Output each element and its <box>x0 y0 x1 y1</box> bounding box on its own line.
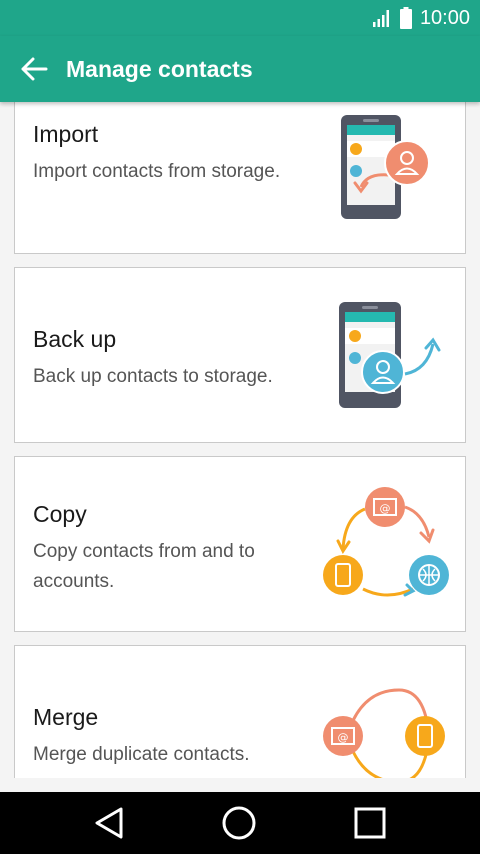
arrow-left-icon <box>21 57 48 81</box>
nav-back-button[interactable] <box>77 800 141 846</box>
status-bar: 10:00 <box>0 0 480 36</box>
svg-text:@: @ <box>380 502 391 515</box>
merge-illustration: @ <box>323 688 445 778</box>
merge-option[interactable]: Merge Merge duplicate contacts. @ <box>14 645 466 778</box>
back-button[interactable] <box>14 50 54 88</box>
option-description: Import contacts from storage. <box>33 161 281 182</box>
back-triangle-icon <box>95 807 123 839</box>
home-circle-icon <box>222 806 256 840</box>
import-option[interactable]: Import Import contacts from storage. <box>14 102 466 254</box>
option-description: Merge duplicate contacts. <box>33 744 250 765</box>
option-description: Copy contacts from and to accounts. <box>33 541 255 592</box>
status-time: 10:00 <box>419 6 470 29</box>
recents-square-icon <box>354 807 386 839</box>
option-title: Copy <box>33 501 87 527</box>
navigation-bar <box>0 792 480 854</box>
battery-icon <box>399 7 412 29</box>
phone-backup-illustration <box>339 302 441 408</box>
app-bar: Manage contacts <box>0 36 480 102</box>
option-title: Back up <box>33 326 117 352</box>
svg-text:@: @ <box>338 731 349 744</box>
copy-option[interactable]: Copy Copy contacts from and to accounts.… <box>14 456 466 632</box>
nav-home-button[interactable] <box>207 800 271 846</box>
option-title: Merge <box>33 704 99 730</box>
backup-option[interactable]: Back up Back up contacts to storage. <box>14 267 466 443</box>
accounts-cycle-illustration: @ <box>323 487 449 597</box>
page-title: Manage contacts <box>66 56 253 82</box>
nav-recents-button[interactable] <box>338 800 402 846</box>
signal-icon <box>372 10 389 27</box>
options-list[interactable]: Import Import contacts from storage. Bac… <box>0 102 480 778</box>
option-description: Back up contacts to storage. <box>33 366 273 387</box>
phone-import-illustration <box>341 115 430 219</box>
option-title: Import <box>33 121 99 147</box>
